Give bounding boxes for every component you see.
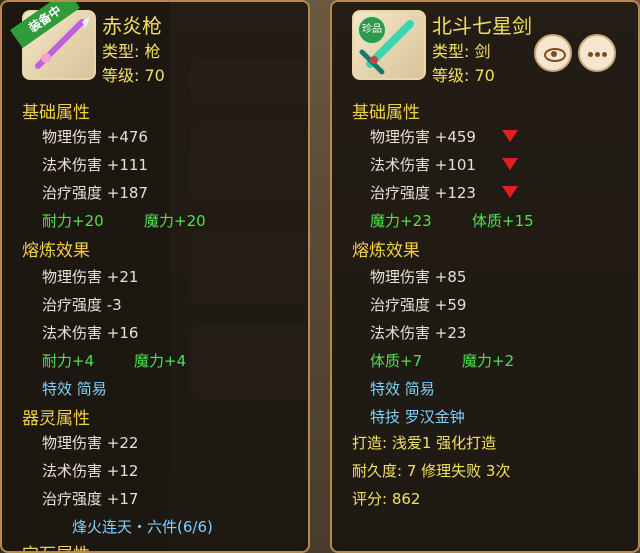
durability-info: 耐久度: 7 修理失败 3次 [352,462,511,480]
attr-bonus: 魔力+20 [144,212,206,230]
more-dot [602,52,607,57]
base-attr-title: 基础属性 [352,103,420,123]
forge-info: 打造: 浅爱1 强化打造 [352,434,497,452]
decrease-arrow-icon [502,158,518,170]
item-icon-beidou-sword: 珍品 [352,10,426,80]
attr-bonus: 魔力+23 [370,212,432,230]
refine-title: 熔炼效果 [22,241,90,261]
item-name: 北斗七星剑 [432,14,532,38]
attr-row: 治疗强度 +123 [370,184,476,202]
special-effect: 特效 简易 [42,380,107,398]
decrease-arrow-icon [502,186,518,198]
attr-bonus: 耐力+20 [42,212,104,230]
special-skill: 特技 罗汉金钟 [370,408,465,426]
more-dot [588,52,593,57]
set-bonus: 烽火连天・六件(6/6) [72,518,213,536]
attr-row: 法术伤害 +101 [370,156,476,174]
attr-row: 治疗强度 -3 [42,296,122,314]
attr-row: 治疗强度 +187 [42,184,148,202]
attr-row: 治疗强度 +17 [42,490,139,508]
base-attr-title: 基础属性 [22,103,90,123]
attr-row: 物理伤害 +459 [370,128,476,146]
attr-row: 法术伤害 +12 [42,462,139,480]
attr-bonus: 魔力+2 [462,352,515,370]
spirit-attr-title: 器灵属性 [22,409,90,429]
item-icon-chiyan-spear: 装备中 [10,2,96,80]
attr-row: 物理伤害 +21 [42,268,139,286]
attr-row: 物理伤害 +85 [370,268,467,286]
item-type: 类型: 枪 [102,42,161,61]
refine-title: 熔炼效果 [352,241,420,261]
attr-row: 法术伤害 +111 [42,156,148,174]
item-name: 赤炎枪 [102,14,162,38]
attr-bonus: 体质+7 [370,352,423,370]
attr-bonus: 耐力+4 [42,352,95,370]
compare-item-tooltip: 珍品 北斗七星剑 类型: 剑 等级: 70 基础属性 物理伤害 +459 法术伤… [330,0,640,553]
decrease-arrow-icon [502,130,518,142]
attr-row: 法术伤害 +16 [42,324,139,342]
gem-attr-title: 宝石属性 [22,540,90,551]
attr-row: 物理伤害 +22 [42,434,139,452]
attr-bonus: 魔力+4 [134,352,187,370]
rare-badge: 珍品 [358,16,386,44]
item-level: 等级: 70 [432,66,495,85]
special-effect: 特效 简易 [370,380,435,398]
preview-eye-button[interactable] [534,34,572,72]
more-options-button[interactable] [578,34,616,72]
attr-row: 物理伤害 +476 [42,128,148,146]
item-type: 类型: 剑 [432,42,491,61]
attr-row: 法术伤害 +23 [370,324,467,342]
item-level: 等级: 70 [102,66,165,85]
more-dot [595,52,600,57]
equipped-item-tooltip: 装备中 赤炎枪 类型: 枪 等级: 70 基础属性 物理伤害 +476 法术伤害… [0,0,310,553]
attr-bonus: 体质+15 [472,212,534,230]
score-info: 评分: 862 [352,490,421,508]
eye-pupil [551,51,557,57]
attr-row: 治疗强度 +59 [370,296,467,314]
